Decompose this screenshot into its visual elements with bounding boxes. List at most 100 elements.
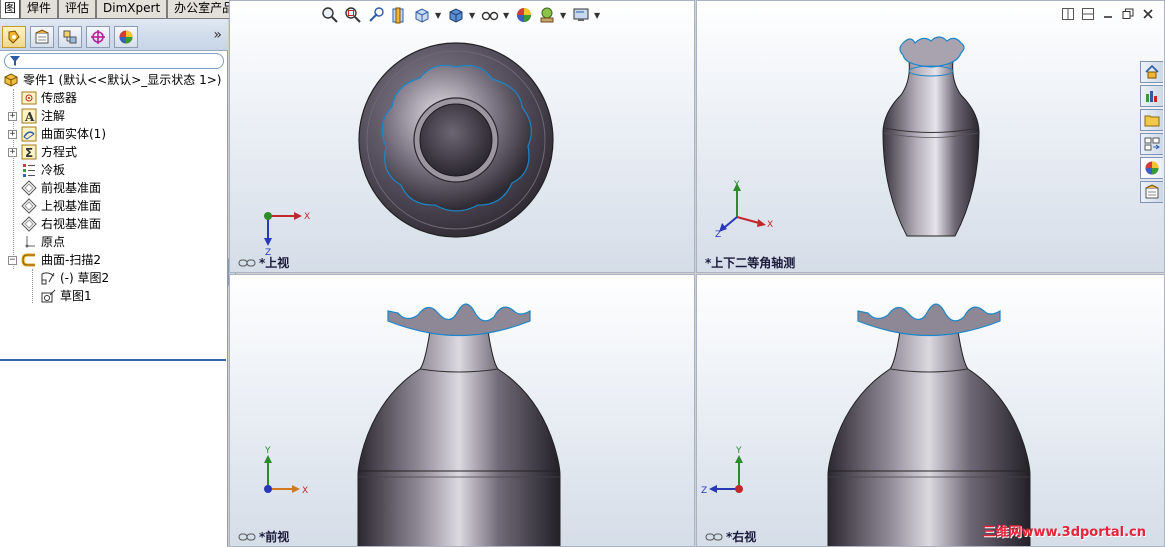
- tree-item-surface-sweep[interactable]: 曲面-扫描2: [21, 251, 101, 269]
- tree-item-sketch1[interactable]: 草图1: [40, 287, 92, 305]
- tab-weldments[interactable]: 焊件: [20, 0, 59, 19]
- axis-z-label: Z: [701, 486, 707, 496]
- section-view-icon: [392, 7, 404, 24]
- previous-view-button[interactable]: [366, 5, 386, 25]
- zoom-area-icon: [345, 7, 361, 23]
- zoom-to-area-button[interactable]: [343, 5, 363, 25]
- link-views-icon: [705, 533, 723, 540]
- rollback-bar[interactable]: [0, 359, 226, 361]
- display-style-cube-icon: [449, 8, 463, 23]
- task-pane-home-tab[interactable]: [1140, 61, 1163, 83]
- tree-item-top-plane[interactable]: 上视基准面: [21, 197, 101, 215]
- tree-item-label: 上视基准面: [41, 199, 102, 213]
- minimize-button[interactable]: [1100, 7, 1116, 21]
- property-manager-tab[interactable]: [30, 26, 54, 48]
- task-pane-custom-properties-tab[interactable]: [1140, 181, 1163, 203]
- hide-show-items-button[interactable]: [480, 5, 500, 25]
- coordinate-triad: Y X: [264, 446, 308, 496]
- viewport-front[interactable]: Y X *前视: [229, 274, 695, 547]
- expand-panel-button[interactable]: »: [213, 27, 222, 43]
- expand-equations-toggle[interactable]: +: [8, 148, 17, 157]
- feature-filter-input[interactable]: [4, 53, 224, 69]
- restore-button[interactable]: [1120, 7, 1136, 21]
- dimxpert-manager-tab[interactable]: [86, 26, 110, 48]
- filter-funnel-icon: [10, 56, 20, 66]
- tree-root-label: 零件1 (默认<<默认>_显示状态 1>): [23, 73, 222, 87]
- section-view-button[interactable]: [389, 5, 409, 25]
- zoom-to-fit-button[interactable]: [320, 5, 340, 25]
- tree-item-material[interactable]: 冷板: [21, 161, 65, 179]
- task-pane-design-library-tab[interactable]: [1140, 85, 1163, 107]
- home-icon: [1145, 64, 1159, 79]
- appearance-ball-icon: [1145, 161, 1159, 175]
- tree-item-label: (-) 草图2: [60, 271, 110, 285]
- display-manager-tab[interactable]: [114, 26, 138, 48]
- edit-appearance-button[interactable]: [514, 5, 534, 25]
- viewport-isometric[interactable]: Y X Z *上下二等角轴测: [696, 0, 1165, 273]
- tree-item-label: 冷板: [41, 163, 66, 177]
- folder-icon: [1144, 115, 1160, 127]
- axis-y-label: Y: [264, 446, 271, 456]
- part-icon: [3, 72, 19, 88]
- tab-dimxpert[interactable]: DimXpert: [96, 0, 168, 19]
- view-orientation-button[interactable]: [412, 5, 432, 25]
- expand-surface-bodies-toggle[interactable]: +: [8, 130, 17, 139]
- tree-item-label: 右视基准面: [41, 217, 102, 231]
- chevron-down-icon[interactable]: ▼: [594, 11, 600, 20]
- previous-view-icon: [369, 7, 384, 22]
- tree-root-part[interactable]: 零件1 (默认<<默认>_显示状态 1>): [3, 71, 221, 89]
- viewport-top[interactable]: X Z *上视: [229, 0, 695, 273]
- tile-horizontal-button[interactable]: [1080, 7, 1096, 21]
- tree-item-right-plane[interactable]: 右视基准面: [21, 215, 101, 233]
- tree-item-annotations[interactable]: A 注解: [21, 107, 65, 125]
- chevron-down-icon[interactable]: ▼: [560, 11, 566, 20]
- tree-item-surface-bodies[interactable]: 曲面实体(1): [21, 125, 106, 143]
- tree-item-label: 原点: [41, 235, 66, 249]
- feature-manager-tab[interactable]: [2, 26, 26, 48]
- svg-text:A: A: [24, 110, 35, 124]
- apply-scene-button[interactable]: [537, 5, 557, 25]
- collapse-surface-sweep-toggle[interactable]: −: [8, 256, 17, 265]
- task-pane-appearances-tab[interactable]: [1140, 157, 1163, 179]
- tab-evaluate[interactable]: 评估: [58, 0, 97, 19]
- coordinate-triad: X Z: [264, 212, 310, 256]
- tree-item-sketch2[interactable]: (-) 草图2: [40, 269, 109, 287]
- tree-item-label: 注解: [41, 109, 66, 123]
- coordinate-triad: Y Z: [701, 446, 743, 496]
- tree-item-label: 传感器: [41, 91, 78, 105]
- chevron-down-icon[interactable]: ▼: [435, 11, 441, 20]
- viewport-label-text: *上视: [259, 256, 290, 270]
- task-pane-file-explorer-tab[interactable]: [1140, 109, 1163, 131]
- coordinate-triad: Y X Z: [715, 180, 773, 239]
- tile-vertical-button[interactable]: [1060, 7, 1076, 21]
- vase-front-view: [357, 303, 561, 546]
- feature-tree-icon: [8, 30, 20, 44]
- tree-item-label: 草图1: [60, 289, 92, 303]
- sensor-icon: [21, 90, 37, 106]
- sketch-icon: [40, 288, 56, 304]
- configuration-manager-tab[interactable]: [58, 26, 82, 48]
- viewport-right[interactable]: Y Z *右视 三维网www.3dportal.cn: [696, 274, 1165, 547]
- task-pane-tabs: [1140, 61, 1164, 205]
- solidworks-window: 图 焊件 评估 DimXpert 办公室产品 » 零件1 (默认<<默认>_显示…: [0, 0, 1165, 547]
- vase-right-view: [827, 303, 1031, 546]
- property-manager-icon: [35, 29, 49, 44]
- task-pane-view-palette-tab[interactable]: [1140, 133, 1163, 155]
- feature-manager-panel: » 零件1 (默认<<默认>_显示状态 1>) + + + − 传感器 A 注解…: [0, 19, 228, 547]
- viewport-label-iso: *上下二等角轴测: [705, 254, 795, 271]
- tab-sketch[interactable]: 图: [0, 0, 21, 19]
- close-button[interactable]: [1140, 7, 1156, 21]
- chevron-down-icon[interactable]: ▼: [469, 11, 475, 20]
- link-views-icon: [238, 533, 256, 540]
- tree-item-equations[interactable]: Σ 方程式: [21, 143, 77, 161]
- chevron-down-icon[interactable]: ▼: [503, 11, 509, 20]
- link-views-icon: [238, 259, 256, 266]
- tree-item-front-plane[interactable]: 前视基准面: [21, 179, 101, 197]
- tree-item-origin[interactable]: 原点: [21, 233, 65, 251]
- tree-item-sensors[interactable]: 传感器: [21, 89, 77, 107]
- viewport-label-text: *前视: [259, 530, 290, 544]
- display-style-button[interactable]: [446, 5, 466, 25]
- view-settings-button[interactable]: [571, 5, 591, 25]
- sketch-icon: [40, 270, 56, 286]
- expand-annotations-toggle[interactable]: +: [8, 112, 17, 121]
